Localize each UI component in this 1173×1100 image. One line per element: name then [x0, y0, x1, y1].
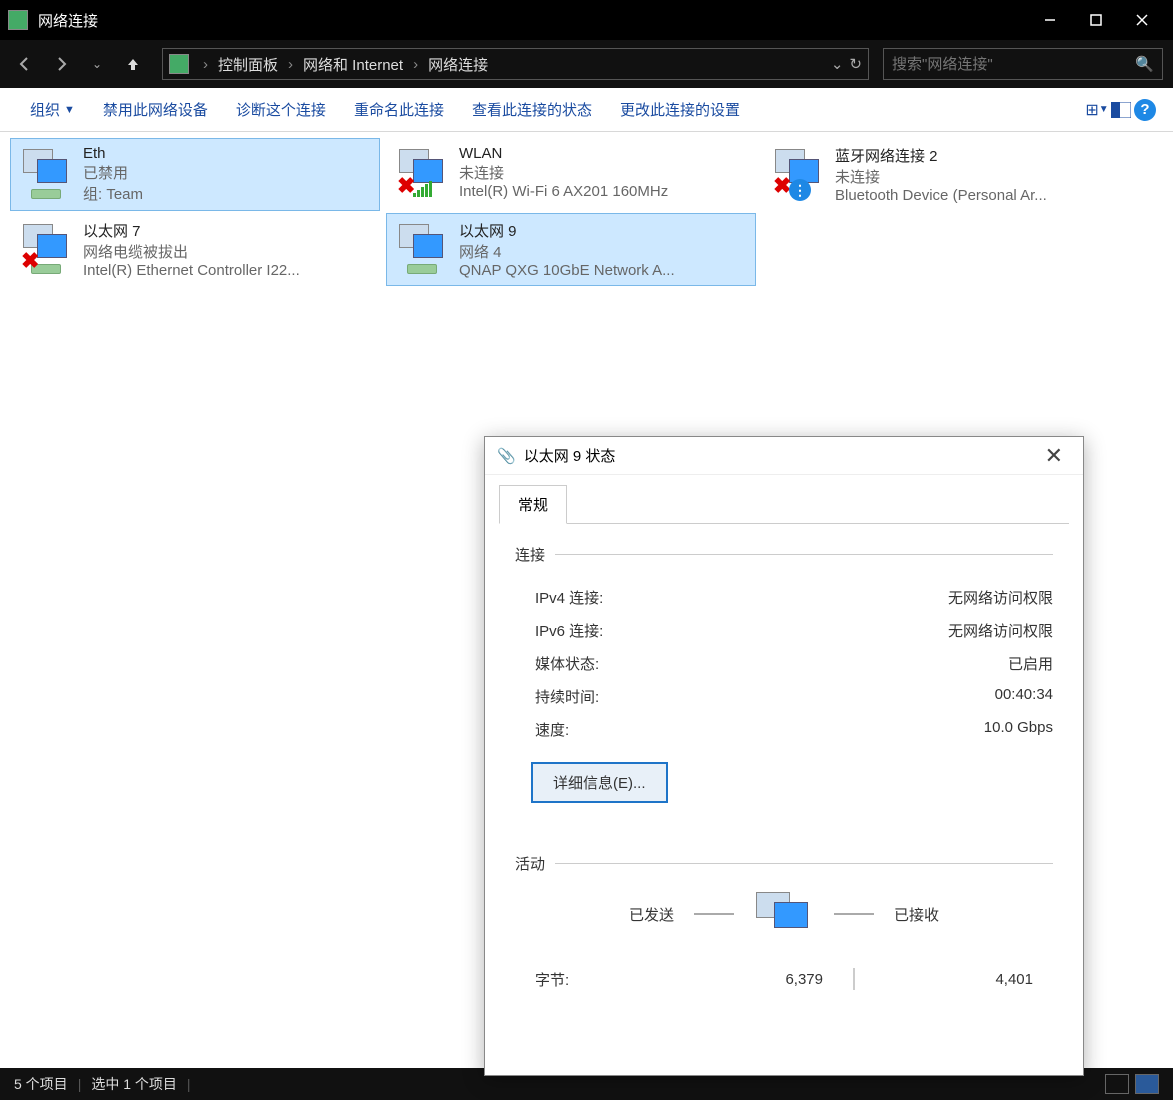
- chevron-right-icon: ›: [413, 56, 418, 73]
- connection-section-label: 连接: [515, 544, 545, 565]
- dialog-close-button[interactable]: ✕: [1037, 439, 1071, 473]
- connection-status: 网络电缆被拔出: [83, 241, 300, 262]
- search-box[interactable]: 🔍: [883, 48, 1163, 80]
- connection-device: Intel(R) Wi-Fi 6 AX201 160MHz: [459, 183, 668, 200]
- chevron-down-icon: ▼: [64, 104, 75, 116]
- connection-name: 以太网 7: [83, 220, 300, 241]
- breadcrumb-item[interactable]: 网络和 Internet: [303, 54, 403, 75]
- connection-name: 以太网 9: [459, 220, 675, 241]
- details-button[interactable]: 详细信息(E)...: [531, 762, 668, 803]
- connection-status: 未连接: [835, 166, 1047, 187]
- help-icon[interactable]: ?: [1133, 98, 1157, 122]
- details-view-icon[interactable]: [1105, 1074, 1129, 1094]
- organize-menu[interactable]: 组织 ▼: [16, 93, 89, 126]
- connection-device: Intel(R) Ethernet Controller I22...: [83, 262, 300, 279]
- up-button[interactable]: [118, 49, 148, 79]
- bytes-label: 字节:: [535, 969, 675, 990]
- search-icon[interactable]: 🔍: [1135, 55, 1154, 73]
- connection-icon: ✖: [395, 145, 449, 199]
- large-icons-view-icon[interactable]: [1135, 1074, 1159, 1094]
- speed-value: 10.0 Gbps: [984, 719, 1053, 740]
- item-count: 5 个项目: [14, 1074, 68, 1094]
- toolbar: 组织 ▼ 禁用此网络设备 诊断这个连接 重命名此连接 查看此连接的状态 更改此连…: [0, 88, 1173, 132]
- disable-device-button[interactable]: 禁用此网络设备: [89, 93, 222, 126]
- duration-value: 00:40:34: [995, 686, 1053, 707]
- activity-section-label: 活动: [515, 853, 545, 874]
- connection-item[interactable]: ✖⋮ 蓝牙网络连接 2未连接Bluetooth Device (Personal …: [762, 138, 1132, 211]
- forward-button[interactable]: [46, 49, 76, 79]
- titlebar: 网络连接: [0, 0, 1173, 40]
- connection-device: Bluetooth Device (Personal Ar...: [835, 187, 1047, 204]
- connection-name: WLAN: [459, 145, 668, 162]
- view-status-button[interactable]: 查看此连接的状态: [458, 93, 606, 126]
- app-icon: [8, 10, 28, 30]
- connection-status: 未连接: [459, 162, 668, 183]
- connection-item[interactable]: ✖ WLAN未连接Intel(R) Wi-Fi 6 AX201 160MHz: [386, 138, 756, 211]
- connection-status: 已禁用: [83, 162, 143, 183]
- ipv4-value: 无网络访问权限: [948, 587, 1053, 608]
- connection-status: 网络 4: [459, 241, 675, 262]
- connection-name: Eth: [83, 145, 143, 162]
- search-input[interactable]: [892, 56, 1112, 73]
- status-dialog: 📎 以太网 9 状态 ✕ 常规 连接 IPv4 连接: 无网络访问权限 IPv6 …: [484, 436, 1084, 1076]
- dialog-titlebar[interactable]: 📎 以太网 9 状态 ✕: [485, 437, 1083, 475]
- chevron-right-icon: ›: [288, 56, 293, 73]
- received-label: 已接收: [894, 904, 939, 925]
- chevron-down-icon[interactable]: ⌄: [831, 55, 844, 73]
- connection-icon: ✖⋮: [771, 145, 825, 199]
- change-settings-button[interactable]: 更改此连接的设置: [606, 93, 754, 126]
- breadcrumb-item[interactable]: 控制面板: [218, 54, 278, 75]
- connection-icon: [19, 145, 73, 199]
- ipv4-label: IPv4 连接:: [535, 587, 603, 608]
- ethernet-icon: 📎: [497, 447, 516, 465]
- connection-icon: ✖: [19, 220, 73, 274]
- window-title: 网络连接: [38, 10, 1027, 31]
- back-button[interactable]: [10, 49, 40, 79]
- diagnose-button[interactable]: 诊断这个连接: [222, 93, 340, 126]
- speed-label: 速度:: [535, 719, 569, 740]
- close-button[interactable]: [1119, 0, 1165, 40]
- location-icon: [169, 54, 189, 74]
- media-value: 已启用: [1008, 653, 1053, 674]
- navbar: ⌄ › 控制面板 › 网络和 Internet › 网络连接 ⌄ ↻ 🔍: [0, 40, 1173, 88]
- bytes-sent: 6,379: [675, 971, 823, 988]
- breadcrumb-item[interactable]: 网络连接: [428, 54, 488, 75]
- connection-icon: [395, 220, 449, 274]
- selected-count: 选中 1 个项目: [91, 1074, 177, 1094]
- connection-item[interactable]: 以太网 9网络 4QNAP QXG 10GbE Network A...: [386, 213, 756, 286]
- connection-name: 蓝牙网络连接 2: [835, 145, 1047, 166]
- activity-icon: [754, 892, 814, 936]
- chevron-right-icon: ›: [203, 56, 208, 73]
- breadcrumb[interactable]: › 控制面板 › 网络和 Internet › 网络连接 ⌄ ↻: [162, 48, 869, 80]
- ipv6-label: IPv6 连接:: [535, 620, 603, 641]
- duration-label: 持续时间:: [535, 686, 599, 707]
- minimize-button[interactable]: [1027, 0, 1073, 40]
- dialog-title: 以太网 9 状态: [524, 445, 616, 466]
- recent-dropdown[interactable]: ⌄: [82, 49, 112, 79]
- connection-item[interactable]: ✖ 以太网 7网络电缆被拔出Intel(R) Ethernet Controlle…: [10, 213, 380, 286]
- rename-button[interactable]: 重命名此连接: [340, 93, 458, 126]
- connection-item[interactable]: Eth已禁用组: Team: [10, 138, 380, 211]
- ipv6-value: 无网络访问权限: [948, 620, 1053, 641]
- preview-pane-icon[interactable]: [1109, 98, 1133, 122]
- media-label: 媒体状态:: [535, 653, 599, 674]
- refresh-icon[interactable]: ↻: [849, 55, 862, 73]
- bytes-received: 4,401: [885, 971, 1033, 988]
- view-options-icon[interactable]: ⊞ ▼: [1085, 98, 1109, 122]
- maximize-button[interactable]: [1073, 0, 1119, 40]
- sent-label: 已发送: [629, 904, 674, 925]
- tab-general[interactable]: 常规: [499, 485, 567, 524]
- connection-device: QNAP QXG 10GbE Network A...: [459, 262, 675, 279]
- connection-device: 组: Team: [83, 183, 143, 204]
